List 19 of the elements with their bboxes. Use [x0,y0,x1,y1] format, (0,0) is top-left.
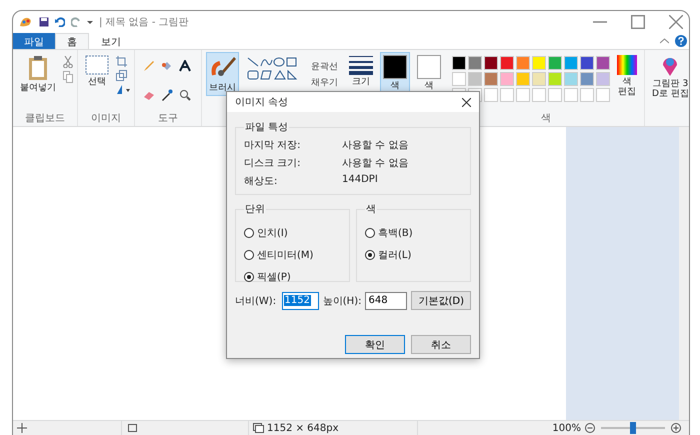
width-label: 너비(W): [235,294,278,308]
property-value: 사용할 수 없음 [342,157,410,170]
group-label: 이미지 [90,112,122,126]
property-label: 해상도: [244,175,278,188]
group-label: 색 [540,112,552,126]
property-label: 마지막 저장: [244,139,302,152]
group-label: 클립보드 [24,112,66,126]
property-label: 디스크 크기: [244,157,302,170]
dialog-title: 이미지 속성 [235,96,288,109]
height-label: 높이(H): [322,294,362,308]
group-label: 도구 [157,112,179,126]
group-title: 색 [365,203,377,216]
zoom-level: 100% [552,422,581,434]
property-value: 사용할 수 없음 [342,139,410,152]
window-title: | 제목 없음 - 그림판 [99,16,189,29]
group-title: 단위 [244,203,266,216]
canvas-size: 1152 × 648px [267,422,339,434]
property-value: 144DPI [342,174,379,187]
group-title: 파일 특성 [244,121,290,134]
